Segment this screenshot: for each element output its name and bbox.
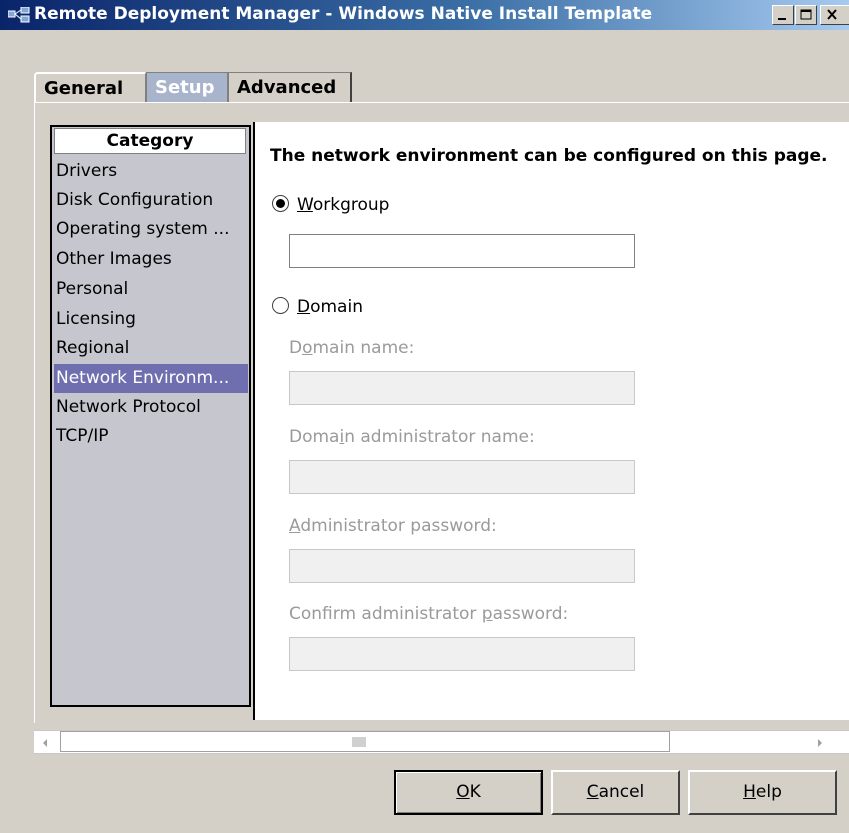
domain-radio[interactable]: Domain [272,295,363,317]
admin-password-input[interactable] [289,549,635,583]
tab-setup-label: Setup [155,77,215,98]
ok-label: K [469,782,481,802]
confirm-password-label: Confirm administrator password: [289,604,568,624]
minimize-icon [778,18,786,20]
tab-setup[interactable]: Setup [146,72,228,102]
minimize-button[interactable] [772,5,794,25]
close-icon [827,9,837,20]
category-item-other-images[interactable]: Other Images [54,245,248,274]
domain-admin-label: Domain administrator name: [289,427,535,447]
workgroup-radio[interactable]: Workgroup [272,193,389,215]
workgroup-input[interactable] [289,234,635,268]
window-title: Remote Deployment Manager - Windows Nati… [34,4,653,24]
category-item-tcp-ip[interactable]: TCP/IP [54,422,248,451]
tab-advanced-label: Advanced [237,77,337,98]
confirm-password-input[interactable] [289,637,635,671]
maximize-icon [800,9,812,20]
radio-unchecked-icon [272,297,289,314]
app-network-icon [8,7,30,23]
cancel-button[interactable]: Cancel [551,770,680,815]
domain-mnemonic: D [297,297,311,317]
radio-checked-icon [272,195,289,212]
label-part: n administrator name: [344,427,535,447]
cancel-mnemonic: C [586,782,599,802]
category-item-regional[interactable]: Regional [54,334,248,363]
scroll-left-arrow-icon[interactable] [40,736,50,750]
ok-button[interactable]: OK [394,770,543,815]
domain-label: omain [310,297,363,317]
category-item-drivers[interactable]: Drivers [54,157,248,186]
scroll-right-arrow-icon[interactable] [815,736,825,750]
grip-icon [352,737,366,747]
label-mnemonic: A [289,516,301,536]
label-part: assword: [492,604,569,624]
cancel-label: ancel [598,782,645,802]
domain-name-input[interactable] [289,371,635,405]
label-part: Doma [289,427,340,447]
category-item-personal[interactable]: Personal [54,275,248,304]
workgroup-label: orkgroup [312,195,390,215]
label-part: Confirm administrator [289,604,482,624]
domain-name-label: Domain name: [289,338,414,358]
page-heading: The network environment can be configure… [270,146,828,166]
tab-general[interactable]: General [34,72,146,102]
help-button[interactable]: Help [688,770,837,815]
help-mnemonic: H [743,782,756,802]
title-bar[interactable]: Remote Deployment Manager - Windows Nati… [0,0,849,30]
label-part: main name: [312,338,415,358]
ok-mnemonic: O [456,782,470,802]
label-mnemonic: p [481,604,493,624]
category-item-disk-configuration[interactable]: Disk Configuration [54,186,248,215]
category-item-network-protocol[interactable]: Network Protocol [54,393,248,422]
label-part: D [289,338,303,358]
category-item-licensing[interactable]: Licensing [54,305,248,334]
workgroup-mnemonic: W [297,195,313,215]
close-button[interactable] [820,5,849,25]
category-header: Category [54,128,246,154]
maximize-button[interactable] [795,5,817,25]
domain-admin-input[interactable] [289,460,635,494]
tab-advanced[interactable]: Advanced [228,72,352,102]
category-item-network-environment[interactable]: Network Environm... [54,364,248,393]
label-mnemonic: o [302,338,313,358]
category-item-operating-system[interactable]: Operating system ... [54,215,248,244]
help-label: elp [755,782,782,802]
tab-general-label: General [44,78,124,99]
admin-password-label: Administrator password: [289,516,497,536]
label-part: dministrator password: [300,516,497,536]
